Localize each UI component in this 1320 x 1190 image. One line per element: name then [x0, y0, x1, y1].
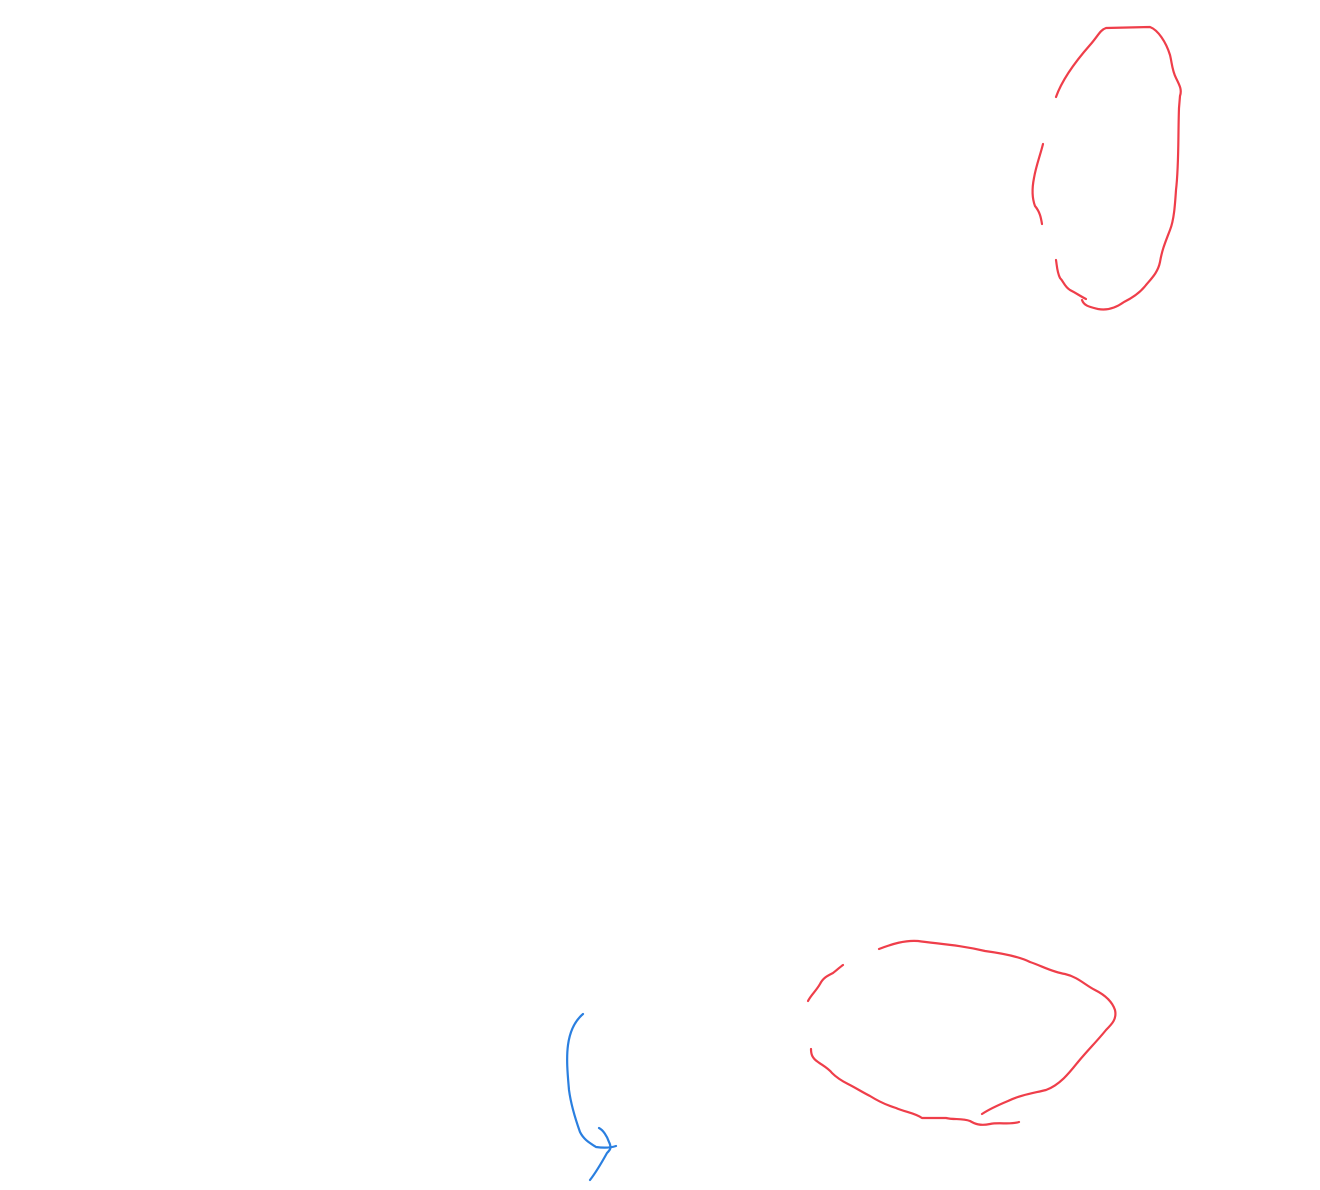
red-ellipse-top-right-arc-lower-left — [1054, 258, 1088, 301]
drawing-canvas[interactable] — [0, 0, 1320, 1190]
red-ellipse-bottom[interactable] — [806, 939, 1117, 1126]
red-ellipse-bottom-arc-left — [806, 963, 845, 1003]
red-ellipse-bottom-arc-bottom — [809, 1047, 1021, 1126]
blue-curved-arrow[interactable] — [566, 1012, 618, 1182]
red-ellipse-bottom-arc-top — [877, 939, 1117, 1116]
red-ellipse-top-right-arc-left — [1031, 142, 1045, 226]
blue-arrow-shaft — [566, 1012, 618, 1149]
red-ellipse-top-right[interactable] — [1031, 25, 1182, 311]
blue-arrow-head — [588, 1126, 612, 1182]
sketch-layer — [566, 25, 1182, 1182]
red-ellipse-top-right-arc-main — [1054, 25, 1182, 311]
